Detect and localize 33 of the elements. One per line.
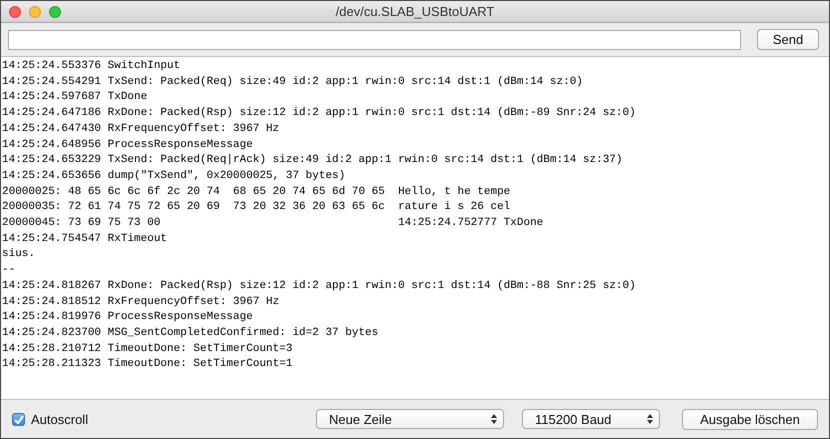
output-line: 14:25:24.653229 TxSend: Packed(Req|rAck) size:49 id:2 app:1 rwin:0 src:14 dst:1 (dBm:14 sz:37) bbox=[2, 153, 623, 168]
close-icon[interactable] bbox=[9, 6, 21, 18]
stepper-arrows-icon bbox=[647, 414, 653, 424]
zoom-icon[interactable] bbox=[49, 6, 61, 18]
window-title: /dev/cu.SLAB_USBtoUART bbox=[336, 4, 494, 19]
output-line: 14:25:24.754547 RxTimeout bbox=[2, 232, 168, 247]
line-ending-dropdown[interactable]: Neue Zeile bbox=[316, 409, 504, 429]
output-line: 14:25:24.819976 ProcessResponseMessage bbox=[2, 310, 253, 326]
output-line: 14:25:24.653656 dump("TxSend", 0x20000025, 37 bytes) bbox=[2, 168, 346, 184]
output-line: 14:25:28.211323 TimeoutDone: SetTimerCount=1 bbox=[2, 357, 292, 372]
stepper-arrows-icon bbox=[491, 414, 497, 424]
output-line: 14:25:24.648956 ProcessResponseMessage bbox=[2, 138, 253, 153]
output-line: 14:25:24.597687 TxDone bbox=[2, 90, 148, 106]
output-line: 14:25:24.647430 RxFrequencyOffset: 3967 Hz bbox=[2, 122, 280, 137]
output-line: 20000025: 48 65 6c 6c 6f 2c 20 74 68 65 20 74 65 6d 70 65 Hello, t he tempe bbox=[2, 184, 510, 200]
output-line: 14:25:24.823700 MSG_SentCompletedConfirmed: id=2 37 bytes bbox=[2, 326, 378, 341]
autoscroll-checkbox[interactable] bbox=[12, 412, 25, 426]
send-button[interactable]: Send bbox=[757, 29, 819, 50]
clear-output-button[interactable]: Ausgabe löschen bbox=[682, 408, 818, 430]
output-line: 20000035: 72 61 74 75 72 65 20 69 73 20 32 36 20 63 65 6c rature i s 26 cel bbox=[2, 200, 510, 216]
autoscroll-label[interactable]: Autoscroll bbox=[31, 412, 88, 426]
output-line: 20000045: 73 69 75 73 00 14:25:24.752777 TxDone bbox=[2, 216, 544, 232]
output-line: 14:25:24.553376 SwitchInput bbox=[2, 59, 180, 74]
input-field[interactable] bbox=[8, 30, 741, 50]
output-line: 14:25:24.818267 RxDone: Packed(Rsp) size:12 id:2 app:1 rwin:0 src:1 dst:14 (dBm:-88 Snr:25 sz:0) bbox=[2, 278, 636, 294]
output-line: -- bbox=[2, 263, 16, 278]
output-line: 14:25:24.818512 RxFrequencyOffset: 3967 Hz bbox=[2, 294, 280, 310]
output-line: sius. bbox=[2, 247, 36, 262]
output-line: 14:25:28.210712 TimeoutDone: SetTimerCount=3 bbox=[2, 342, 292, 357]
baud-rate-dropdown[interactable]: 115200 Baud bbox=[522, 409, 660, 429]
output-line: 14:25:24.554291 TxSend: Packed(Req) size:49 id:2 app:1 rwin:0 src:14 dst:1 (dBm:14 sz:0) bbox=[2, 74, 583, 90]
output-line: 14:25:24.647186 RxDone: Packed(Rsp) size:12 id:2 app:1 rwin:0 src:1 dst:14 (dBm:-89 Snr:24 sz:0) bbox=[2, 106, 636, 122]
minimize-icon[interactable] bbox=[29, 6, 41, 18]
